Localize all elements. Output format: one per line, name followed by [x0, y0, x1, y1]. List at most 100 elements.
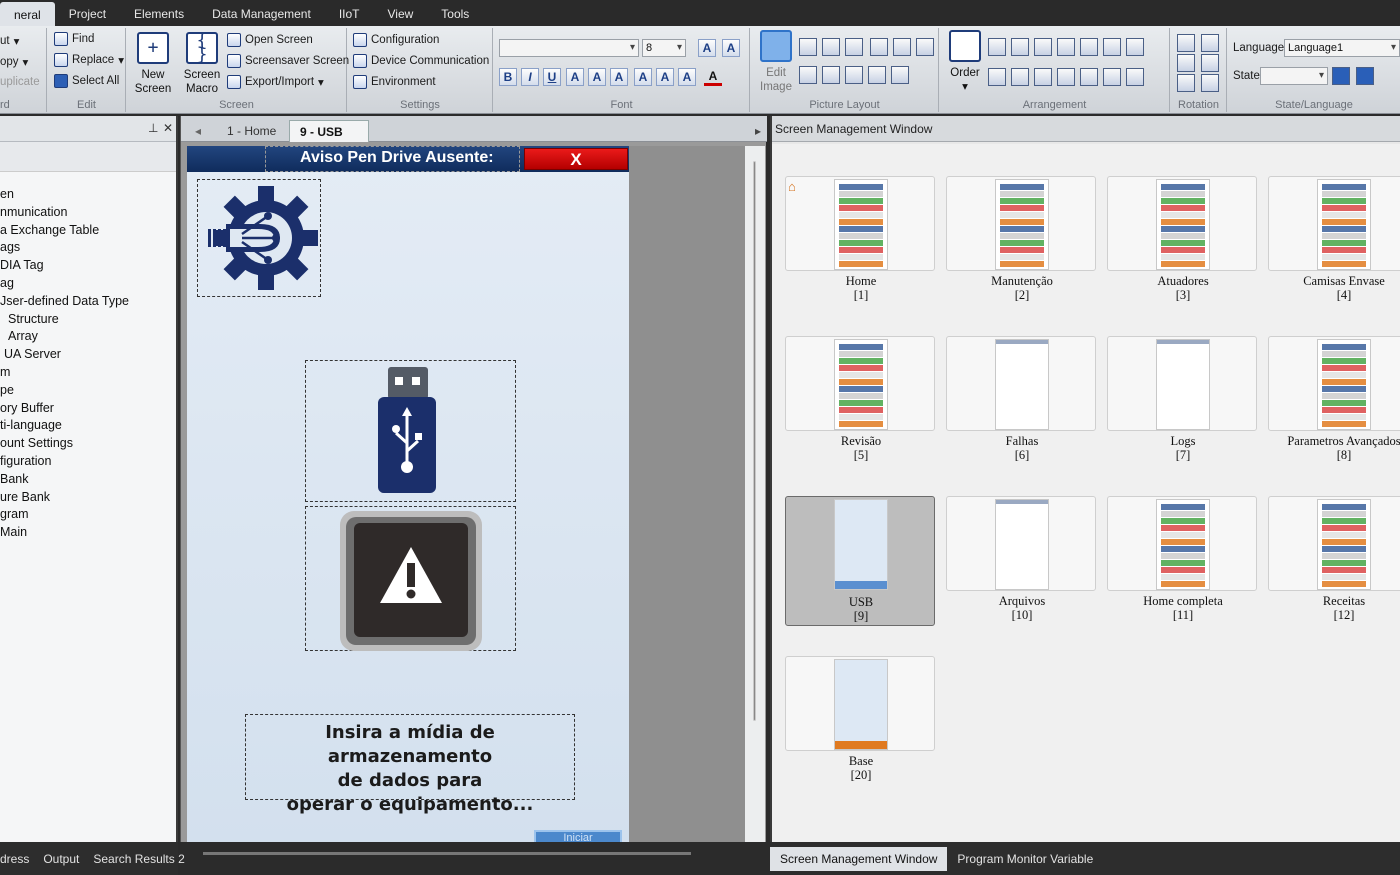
align-left-icon[interactable]: [799, 38, 817, 56]
menu-data-management[interactable]: Data Management: [198, 0, 325, 26]
arrange-right-icon[interactable]: [1011, 38, 1029, 56]
text-align-bottom-icon[interactable]: A: [678, 68, 696, 86]
tree-item[interactable]: m: [0, 364, 176, 382]
tree-item[interactable]: ure Bank: [0, 489, 176, 507]
warning-icon[interactable]: [305, 506, 516, 651]
center-icon[interactable]: [868, 66, 886, 84]
menu-project[interactable]: Project: [55, 0, 120, 26]
align-bottom-icon[interactable]: [916, 38, 934, 56]
flip-h-icon[interactable]: [1177, 54, 1195, 72]
vertical-scrollbar[interactable]: [745, 146, 765, 842]
edit-image-button[interactable]: Edit Image: [755, 30, 797, 94]
horizontal-scrollbar[interactable]: [203, 852, 691, 855]
language-select[interactable]: Language1: [1284, 39, 1400, 57]
screen-card[interactable]: Logs [7]: [1107, 336, 1257, 462]
ungroup-icon[interactable]: [1011, 68, 1029, 86]
tab-address[interactable]: dress: [0, 852, 29, 866]
gear-logo-icon[interactable]: [197, 179, 321, 297]
cross-icon[interactable]: [1126, 68, 1144, 86]
screen-card[interactable]: Camisas Envase [4]: [1268, 176, 1400, 302]
screen-card[interactable]: ⌂ Home [1]: [785, 176, 935, 302]
tree-item[interactable]: Main: [0, 524, 176, 542]
text-align-center-icon[interactable]: A: [588, 68, 606, 86]
hmi-screen-canvas[interactable]: Aviso Pen Drive Ausente: X Insira a mídi…: [187, 146, 629, 842]
duplicate-button[interactable]: uplicate: [0, 76, 40, 88]
scrollbar-thumb[interactable]: [753, 161, 756, 721]
tree-item[interactable]: figuration: [0, 453, 176, 471]
menu-iiot[interactable]: IIoT: [325, 0, 374, 26]
tree-item[interactable]: UA Server: [0, 346, 176, 364]
same-height-icon[interactable]: [845, 66, 863, 84]
rotate-90-icon[interactable]: [1177, 74, 1195, 92]
new-screen-button[interactable]: + New Screen: [131, 32, 175, 96]
arrange-top-icon[interactable]: [1034, 38, 1052, 56]
copy-button[interactable]: opy ▾: [0, 55, 28, 69]
distribute-v-icon[interactable]: [1057, 68, 1075, 86]
screen-card[interactable]: USB [9]: [785, 496, 935, 626]
text-align-left-icon[interactable]: A: [566, 68, 584, 86]
font-dialog-icon[interactable]: A: [698, 39, 716, 57]
state-select[interactable]: [1260, 67, 1328, 85]
tab-program-monitor[interactable]: Program Monitor Variable: [947, 847, 1103, 871]
state-one-icon[interactable]: [1356, 67, 1374, 85]
screen-card[interactable]: Home completa [11]: [1107, 496, 1257, 622]
group-icon[interactable]: [988, 68, 1006, 86]
bold-icon[interactable]: B: [499, 68, 517, 86]
pin-icon[interactable]: ⊥: [148, 121, 158, 135]
close-icon[interactable]: ✕: [163, 121, 173, 135]
arrange-bottom-icon[interactable]: [1057, 38, 1075, 56]
tree-item[interactable]: ti-language: [0, 417, 176, 435]
menu-tools[interactable]: Tools: [427, 0, 483, 26]
font-family-select[interactable]: [499, 39, 639, 57]
environment-button[interactable]: Environment: [353, 75, 436, 89]
order-button[interactable]: Order ▾: [944, 30, 986, 94]
tab-search-results[interactable]: Search Results 2: [93, 852, 184, 866]
screen-card[interactable]: Falhas [6]: [946, 336, 1096, 462]
rotate-left-icon[interactable]: [1177, 34, 1195, 52]
screen-card[interactable]: Atuadores [3]: [1107, 176, 1257, 302]
screen-card[interactable]: Manutenção [2]: [946, 176, 1096, 302]
italic-icon[interactable]: I: [521, 68, 539, 86]
select-all-button[interactable]: Select All: [54, 74, 119, 88]
device-communication-button[interactable]: Device Communication: [353, 54, 489, 68]
tree-item[interactable]: ag: [0, 275, 176, 293]
align-center-icon[interactable]: [822, 38, 840, 56]
state-zero-icon[interactable]: [1332, 67, 1350, 85]
tree-item[interactable]: nmunication: [0, 204, 176, 222]
screen-card[interactable]: Receitas [12]: [1268, 496, 1400, 622]
arrange-left-icon[interactable]: [988, 38, 1006, 56]
same-width-icon[interactable]: [822, 66, 840, 84]
font-color-icon[interactable]: A: [704, 68, 722, 86]
align-top-icon[interactable]: [870, 38, 888, 56]
screensaver-screen-button[interactable]: Screensaver Screen: [227, 54, 349, 68]
dialog-close-button[interactable]: X: [524, 148, 628, 170]
tab-home[interactable]: 1 - Home: [217, 120, 286, 142]
pen-icon[interactable]: [891, 66, 909, 84]
configuration-button[interactable]: Configuration: [353, 33, 439, 47]
screen-card[interactable]: Revisão [5]: [785, 336, 935, 462]
tree-item[interactable]: ount Settings: [0, 435, 176, 453]
font-size-select[interactable]: 8: [642, 39, 686, 57]
cut-button[interactable]: ut ▾: [0, 34, 19, 48]
font-grow-icon[interactable]: A: [722, 39, 740, 57]
arrange-hcenter-icon[interactable]: [1080, 38, 1098, 56]
tree-item[interactable]: Structure: [0, 311, 176, 329]
text-align-middle-icon[interactable]: A: [656, 68, 674, 86]
underline-icon[interactable]: U: [543, 68, 561, 86]
text-align-right-icon[interactable]: A: [610, 68, 628, 86]
align-middle-icon[interactable]: [893, 38, 911, 56]
arrange-vcenter-icon[interactable]: [1103, 38, 1121, 56]
scroll-left-icon[interactable]: ◂: [185, 120, 211, 142]
screen-card[interactable]: Parametros Avançados [8]: [1268, 336, 1400, 462]
tree-item[interactable]: ory Buffer: [0, 400, 176, 418]
arrange-grid-icon[interactable]: [1126, 38, 1144, 56]
space-h-icon[interactable]: [1080, 68, 1098, 86]
tree-item[interactable]: Array: [0, 328, 176, 346]
align-right-icon[interactable]: [845, 38, 863, 56]
flip-v-icon[interactable]: [1201, 54, 1219, 72]
tree-item[interactable]: a Exchange Table: [0, 222, 176, 240]
space-v-icon[interactable]: [1103, 68, 1121, 86]
tree-item[interactable]: ags: [0, 239, 176, 257]
same-size-icon[interactable]: [799, 66, 817, 84]
export-import-button[interactable]: Export/Import ▾: [227, 75, 324, 89]
